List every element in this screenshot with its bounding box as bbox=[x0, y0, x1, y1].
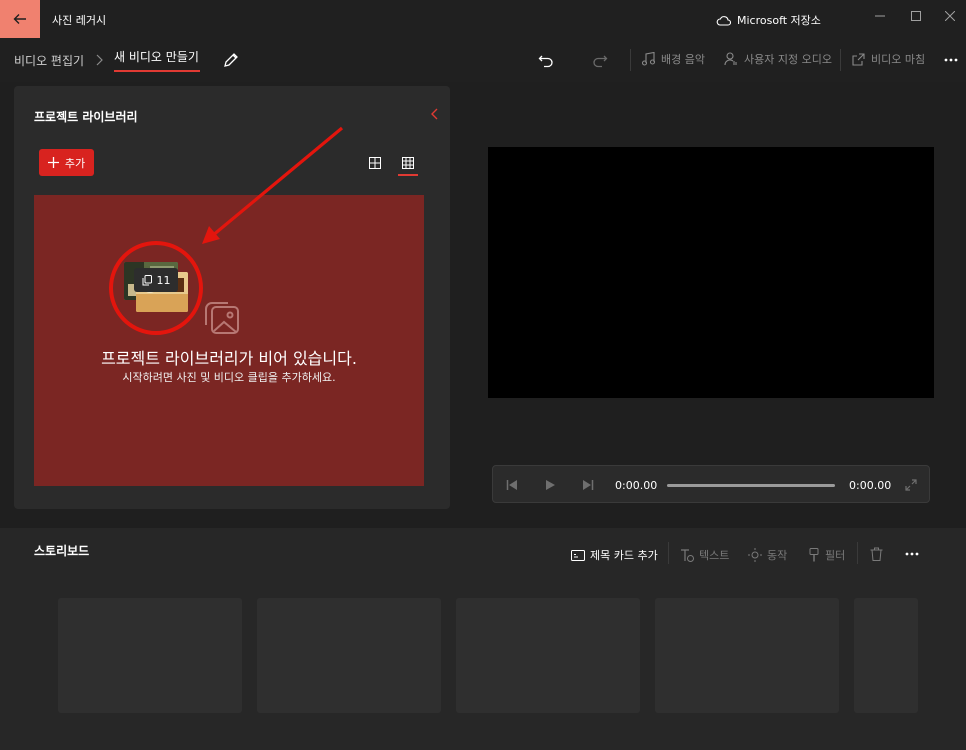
active-crumb-indicator bbox=[114, 70, 200, 72]
background-music-label: 배경 음악 bbox=[661, 53, 705, 66]
maximize-icon bbox=[911, 11, 921, 21]
project-library-panel: 프로젝트 라이브러리 추가 프로젝트 라이브러리가 비어 있습니다. 시작하려면… bbox=[14, 86, 450, 509]
playback-controls: 0:00.00 0:00.00 bbox=[492, 465, 930, 503]
toolbar-divider bbox=[840, 49, 841, 71]
fullscreen-button[interactable] bbox=[903, 477, 919, 493]
motion-icon bbox=[748, 548, 762, 562]
share-icon bbox=[852, 52, 865, 66]
text-icon bbox=[681, 548, 694, 562]
maximize-button[interactable] bbox=[904, 6, 928, 26]
storyboard-slot[interactable] bbox=[257, 598, 441, 713]
grid-large-icon bbox=[369, 157, 381, 169]
close-button[interactable] bbox=[938, 6, 962, 26]
finish-video-button[interactable]: 비디오 마침 bbox=[852, 51, 925, 67]
undo-button[interactable] bbox=[536, 50, 556, 70]
skip-forward-icon bbox=[583, 480, 594, 490]
drag-count: 11 bbox=[156, 273, 171, 287]
minimize-button[interactable] bbox=[868, 6, 892, 26]
store-label: Microsoft 저장소 bbox=[737, 14, 821, 27]
filter-button[interactable]: 필터 bbox=[808, 547, 845, 563]
background-music-button[interactable]: 배경 음악 bbox=[642, 51, 705, 67]
cloud-icon bbox=[716, 15, 731, 26]
grid-small-icon bbox=[402, 157, 414, 169]
library-drop-zone[interactable]: 프로젝트 라이브러리가 비어 있습니다. 시작하려면 사진 및 비디오 클립을 … bbox=[34, 195, 424, 486]
pencil-icon[interactable] bbox=[222, 51, 240, 69]
expand-icon bbox=[905, 479, 917, 491]
delete-button[interactable] bbox=[870, 547, 883, 561]
small-grid-view-button[interactable] bbox=[399, 154, 417, 172]
video-preview bbox=[488, 147, 934, 398]
text-button[interactable]: 텍스트 bbox=[680, 547, 729, 563]
toolbar-divider bbox=[668, 542, 669, 564]
arrow-left-icon bbox=[13, 14, 26, 24]
finish-video-label: 비디오 마침 bbox=[871, 53, 926, 66]
copy-icon bbox=[142, 274, 152, 285]
chevron-left-icon[interactable] bbox=[428, 106, 442, 122]
person-audio-icon bbox=[724, 52, 737, 66]
storyboard-slot[interactable] bbox=[456, 598, 640, 713]
large-grid-view-button[interactable] bbox=[366, 154, 384, 172]
skip-back-icon bbox=[506, 480, 517, 490]
redo-button[interactable] bbox=[590, 50, 610, 70]
previous-frame-button[interactable] bbox=[504, 477, 520, 493]
trash-icon bbox=[870, 547, 883, 561]
empty-library-subtitle: 시작하려면 사진 및 비디오 클립을 추가하세요. bbox=[122, 371, 336, 384]
current-time: 0:00.00 bbox=[615, 479, 658, 492]
more-horizontal-icon bbox=[905, 552, 919, 556]
drag-count-badge: 11 bbox=[134, 268, 178, 292]
custom-audio-button[interactable]: 사용자 지정 오디오 bbox=[724, 51, 832, 67]
filter-label: 필터 bbox=[825, 549, 846, 562]
chevron-right-icon bbox=[96, 54, 103, 66]
toolbar-divider bbox=[857, 542, 858, 564]
add-title-card-label: 제목 카드 추가 bbox=[590, 549, 658, 562]
add-label: 추가 bbox=[64, 156, 86, 170]
more-horizontal-icon bbox=[944, 58, 958, 62]
storyboard-slot[interactable] bbox=[655, 598, 839, 713]
text-label: 텍스트 bbox=[699, 549, 730, 562]
storyboard-slot[interactable] bbox=[854, 598, 918, 713]
library-title: 프로젝트 라이브러리 bbox=[34, 110, 138, 124]
next-frame-button[interactable] bbox=[580, 477, 596, 493]
seek-slider[interactable] bbox=[667, 484, 835, 487]
photo-gallery-icon bbox=[205, 302, 239, 334]
empty-library-title: 프로젝트 라이브러리가 비어 있습니다. bbox=[101, 349, 357, 368]
store-link[interactable]: Microsoft 저장소 bbox=[716, 12, 821, 28]
play-button[interactable] bbox=[542, 477, 558, 493]
toolbar-divider bbox=[630, 49, 631, 71]
close-icon bbox=[945, 11, 955, 21]
total-time: 0:00.00 bbox=[849, 479, 892, 492]
filter-brush-icon bbox=[809, 548, 819, 562]
add-title-card-button[interactable]: 제목 카드 추가 bbox=[571, 547, 658, 563]
custom-audio-label: 사용자 지정 오디오 bbox=[744, 53, 832, 66]
motion-label: 동작 bbox=[767, 549, 788, 562]
app-title: 사진 레거시 bbox=[52, 14, 107, 27]
storyboard-title: 스토리보드 bbox=[34, 544, 90, 558]
storyboard-more-button[interactable] bbox=[905, 552, 919, 556]
play-icon bbox=[545, 480, 555, 490]
music-note-icon bbox=[642, 52, 655, 66]
storyboard-slot[interactable] bbox=[58, 598, 242, 713]
redo-icon bbox=[593, 55, 608, 68]
breadcrumb-video-editor[interactable]: 비디오 편집기 bbox=[14, 52, 84, 69]
minimize-icon bbox=[875, 15, 885, 17]
title-bar: 사진 레거시 Microsoft 저장소 bbox=[0, 0, 966, 38]
motion-button[interactable]: 동작 bbox=[748, 547, 787, 563]
nav-bar: 비디오 편집기 새 비디오 만들기 배경 음악 사용자 지정 오디오 비디오 마… bbox=[0, 38, 966, 82]
title-card-icon bbox=[571, 549, 585, 561]
add-button[interactable]: 추가 bbox=[39, 149, 94, 176]
active-view-indicator bbox=[398, 174, 418, 176]
storyboard-panel: 스토리보드 제목 카드 추가 텍스트 동작 필터 bbox=[0, 528, 966, 750]
undo-icon bbox=[538, 55, 553, 68]
more-options-button[interactable] bbox=[941, 50, 961, 70]
breadcrumb-new-video: 새 비디오 만들기 bbox=[114, 50, 199, 64]
back-button[interactable] bbox=[0, 0, 40, 38]
plus-icon bbox=[47, 157, 59, 168]
